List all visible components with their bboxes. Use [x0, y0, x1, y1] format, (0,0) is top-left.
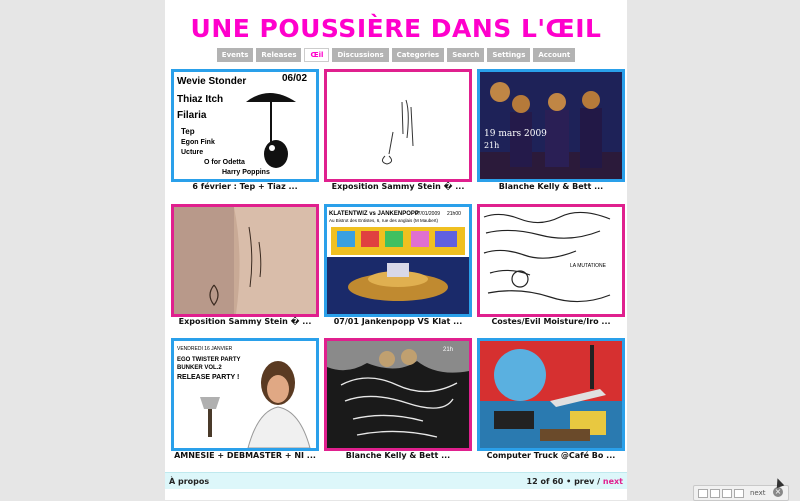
main-nav: Events Releases Œil Discussions Categori…: [165, 48, 627, 62]
poster-hours: 21h: [443, 347, 453, 353]
about-link[interactable]: À propos: [169, 477, 209, 486]
collage-image: [480, 341, 622, 448]
find-mode-icon[interactable]: [710, 489, 720, 498]
poster-date: 07/01/2009: [415, 211, 440, 217]
find-toolbar: next ×: [693, 485, 789, 501]
tab-search[interactable]: Search: [447, 48, 485, 62]
tab-account[interactable]: Account: [533, 48, 576, 62]
poster-name: Wevie Stonder: [177, 76, 246, 87]
poster-name: Egon Fink: [181, 139, 215, 146]
item-caption[interactable]: 07/01 Jankenpopp VS Klat ...: [318, 317, 478, 326]
item-caption[interactable]: Blanche Kelly & Bett ...: [318, 451, 478, 460]
thumbnail[interactable]: LA MUTATIONE: [477, 204, 625, 317]
item-caption[interactable]: AMNESIE + DEBMASTER + NI ...: [165, 451, 325, 460]
poster-image: KLATENTWIZ vs JANKENPOPP 07/01/2009 21h0…: [327, 207, 469, 314]
thumbnail[interactable]: [171, 204, 319, 317]
poster-text: LA MUTATIONE: [570, 263, 607, 269]
grid-item[interactable]: Computer Truck @Café Bo ...: [477, 338, 625, 466]
thumbnail[interactable]: KLATENTWIZ vs JANKENPOPP 07/01/2009 21h0…: [324, 204, 472, 317]
tab-settings[interactable]: Settings: [487, 48, 531, 62]
poster-image: 21h: [327, 341, 469, 448]
pagination: 12 of 60 • prev / next: [527, 477, 623, 486]
scribble-poster-image: LA MUTATIONE: [480, 207, 622, 314]
page-container: UNE POUSSIÈRE DANS L'ŒIL Events Releases…: [165, 0, 627, 500]
item-caption[interactable]: Exposition Sammy Stein � ...: [165, 317, 325, 326]
poster-line: EGO TWISTER PARTY: [177, 357, 241, 363]
thumbnail[interactable]: [477, 338, 625, 451]
poster-image: Wevie Stonder 06/02 Thiaz Itch Filaria T…: [174, 72, 316, 179]
item-caption[interactable]: Blanche Kelly & Bett ...: [471, 182, 631, 191]
tab-oeil[interactable]: Œil: [304, 48, 330, 62]
poster-name: Harry Poppins: [222, 169, 270, 176]
grid-item[interactable]: KLATENTWIZ vs JANKENPOPP 07/01/2009 21h0…: [324, 204, 472, 332]
poster-hours: 21h00: [447, 211, 461, 217]
tab-events[interactable]: Events: [216, 48, 254, 62]
grid-item[interactable]: 19 mars 2009 21h Blanche Kelly & Bett ..…: [477, 69, 625, 197]
poster-line: BUNKER VOL.2: [177, 365, 222, 371]
find-highlight-icon[interactable]: [734, 489, 744, 498]
thumbnail[interactable]: [324, 69, 472, 182]
sketch-image: [327, 72, 469, 179]
grid-item[interactable]: Exposition Sammy Stein � ...: [324, 69, 472, 197]
photo-image: [174, 207, 316, 314]
tab-categories[interactable]: Categories: [391, 48, 445, 62]
tab-releases[interactable]: Releases: [256, 48, 302, 62]
item-caption[interactable]: Computer Truck @Café Bo ...: [471, 451, 631, 460]
grid-item[interactable]: 21h Blanche Kelly & Bett ...: [324, 338, 472, 466]
find-prev-icon[interactable]: [698, 489, 708, 498]
grid-item[interactable]: Wevie Stonder 06/02 Thiaz Itch Filaria T…: [171, 69, 319, 197]
grid-item[interactable]: LA MUTATIONE Costes/Evil Moisture/Iro ..…: [477, 204, 625, 332]
poster-date: VENDREDI 16 JANVIER: [177, 346, 233, 352]
grid-item[interactable]: VENDREDI 16 JANVIER EGO TWISTER PARTY BU…: [171, 338, 319, 466]
poster-date: 06/02: [282, 73, 307, 84]
thumbnail[interactable]: Wevie Stonder 06/02 Thiaz Itch Filaria T…: [171, 69, 319, 182]
site-title[interactable]: UNE POUSSIÈRE DANS L'ŒIL: [165, 14, 627, 43]
tab-discussions[interactable]: Discussions: [332, 48, 389, 62]
poster-date: 19 mars 2009: [484, 129, 547, 139]
thumbnail[interactable]: VENDREDI 16 JANVIER EGO TWISTER PARTY BU…: [171, 338, 319, 451]
poster-name: Filaria: [177, 110, 207, 121]
find-next-label[interactable]: next: [750, 489, 766, 497]
prev-link[interactable]: prev: [574, 477, 594, 486]
thumbnail[interactable]: 21h: [324, 338, 472, 451]
poster-line: RELEASE PARTY !: [177, 374, 239, 381]
item-caption[interactable]: 6 février : Tep + Tiaz ...: [165, 182, 325, 191]
item-caption[interactable]: Costes/Evil Moisture/Iro ...: [471, 317, 631, 326]
thumbnail[interactable]: 19 mars 2009 21h: [477, 69, 625, 182]
footer-bar: À propos 12 of 60 • prev / next: [165, 472, 627, 489]
page-info: 12 of 60 •: [526, 477, 572, 486]
pager-separator: /: [597, 477, 601, 486]
grid-item[interactable]: Exposition Sammy Stein � ...: [171, 204, 319, 332]
poster-hours: 21h: [484, 141, 499, 150]
close-icon[interactable]: ×: [773, 487, 783, 497]
poster-name: Tep: [181, 127, 195, 136]
item-caption[interactable]: Exposition Sammy Stein � ...: [318, 182, 478, 191]
poster-name: O for Odetta: [204, 159, 245, 166]
poster-name: Thiaz Itch: [177, 94, 223, 105]
poster-name: Ucture: [181, 149, 203, 156]
poster-address: Au Bistrot des Entistes, 6, rue des angl…: [329, 218, 439, 223]
find-case-icon[interactable]: [722, 489, 732, 498]
poster-image: 19 mars 2009 21h: [480, 72, 622, 179]
poster-image: VENDREDI 16 JANVIER EGO TWISTER PARTY BU…: [174, 341, 316, 448]
poster-headline: KLATENTWIZ vs JANKENPOPP: [329, 211, 419, 217]
image-grid: Wevie Stonder 06/02 Thiaz Itch Filaria T…: [171, 69, 627, 469]
next-link[interactable]: next: [603, 477, 623, 486]
